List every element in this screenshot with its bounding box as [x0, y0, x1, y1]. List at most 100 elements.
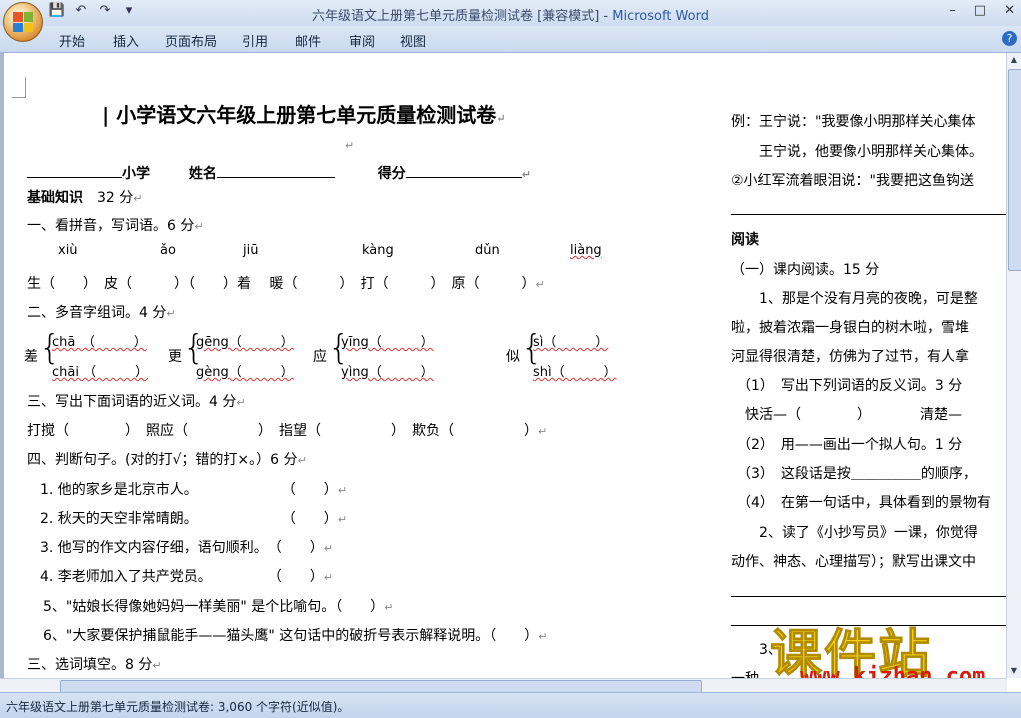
- pinyin-1: xiù: [58, 243, 78, 258]
- poly-char-1: 差: [24, 349, 38, 365]
- right-example-1: 例：王宁说："我要像小明那样关心集体: [731, 114, 976, 130]
- page-left-edge: [0, 53, 4, 678]
- poly-4b: shì（ ）: [533, 365, 617, 380]
- poly-char-2: 更: [168, 349, 182, 365]
- app-name: Microsoft Word: [612, 9, 709, 24]
- poly-1b: chāi （ ）: [52, 365, 149, 380]
- question-1-blanks: 生（ ） 皮（ ）（ ）着 暖（ ） 打（ ） 原（ ）↵: [27, 276, 545, 292]
- reading-q3: （3） 这段话是按＿＿＿＿＿的顺序，: [737, 466, 977, 482]
- help-icon[interactable]: ?: [1002, 31, 1017, 46]
- answer-line-1: [731, 596, 1007, 597]
- question-3-text: 三、写出下面词语的近义词。4 分: [27, 394, 237, 410]
- reading-para-2: 啦，披着浓霜一身银白的树木啦，雪堆: [731, 320, 969, 336]
- header-line: 小学 姓名 得分 ↵: [27, 163, 531, 183]
- reading-para-1: 1、那是个没有月亮的夜晚，可是整: [731, 291, 978, 307]
- window-title: 六年级语文上册第七单元质量检测试卷 [兼容模式] - Microsoft Wor…: [0, 5, 1021, 24]
- question-4-text: 四、判断句子。(对的打√；错的打×。）6 分: [27, 452, 298, 468]
- q4-item-5: 5、"姑娘长得像她妈妈一样美丽" 是个比喻句。（ ）↵: [43, 599, 394, 615]
- score-field[interactable]: [405, 177, 522, 178]
- question-3-blanks-text: 打搅（ ） 照应（ ） 指望（ ） 欺负（ ）: [27, 423, 538, 439]
- question-1-blanks-text: 生（ ） 皮（ ）（ ）着 暖（ ） 打（ ） 原（ ）: [27, 276, 536, 292]
- maximize-button[interactable]: □: [974, 3, 986, 18]
- vertical-scrollbar[interactable]: ▲ ▼: [1006, 53, 1021, 678]
- reading-part-1: （一）课内阅读。15 分: [731, 262, 880, 278]
- office-logo-icon: [13, 12, 33, 32]
- reading-para-3: 河显得很清楚，仿佛为了过节，有人拿: [731, 349, 969, 365]
- question-2-text: 二、多音字组词。4 分: [27, 305, 167, 321]
- right-example-3: ②小红军流着眼泪说："我要把这鱼钩送: [731, 173, 974, 189]
- scroll-down-icon[interactable]: ▼: [1007, 664, 1021, 678]
- pinyin-3: jiū: [243, 243, 259, 258]
- question-3: 三、写出下面词语的近义词。4 分↵: [27, 394, 246, 410]
- reading-part-3-cont: 一种: [731, 668, 759, 678]
- poly-2b: gèng（ ）: [196, 365, 294, 380]
- title-bar: 💾 ↶ ↷ ▾ 六年级语文上册第七单元质量检测试卷 [兼容模式] - Micro…: [0, 0, 1021, 26]
- reading-part-2-cont: 动作、神态、心理描写）；默写出课文中: [731, 554, 976, 570]
- q4-item-6-text: 6、"大家要保护捕鼠能手——猫头鹰" 这句话中的破折号表示解释说明。（ ）: [43, 628, 539, 644]
- pinyin-4: kàng: [362, 243, 394, 258]
- section-divider: [731, 214, 1007, 215]
- tab-view[interactable]: 视图: [400, 31, 426, 50]
- question-5-text: 三、选词填空。8 分: [27, 657, 153, 673]
- question-4: 四、判断句子。(对的打√；错的打×。）6 分↵: [27, 452, 307, 468]
- pinyin-5: dǔn: [475, 243, 500, 258]
- basic-section-label: 基础知识: [27, 190, 83, 206]
- reading-q4: （4） 在第一句话中，具体看到的景物有: [737, 495, 991, 511]
- ribbon-tab-bar: 开始 插入 页面布局 引用 邮件 审阅 视图 ?: [0, 26, 1021, 53]
- reading-part-2: 2、读了《小抄写员》一课，你觉得: [731, 525, 978, 541]
- horizontal-scrollbar[interactable]: [0, 678, 1007, 693]
- name-label: 姓名: [188, 166, 217, 182]
- status-text: 六年级语文上册第七单元质量检测试卷: 3,060 个字符(近似值)。: [6, 700, 350, 714]
- poly-3a: yīng（ ）: [341, 335, 434, 350]
- question-2: 二、多音字组词。4 分↵: [27, 305, 176, 321]
- paragraph-mark: ↵: [345, 139, 355, 152]
- tab-references[interactable]: 引用: [242, 31, 268, 50]
- poly-1a: chā （ ）: [52, 335, 147, 350]
- poly-char-3: 应: [313, 349, 327, 365]
- exam-title-text: 小学语文六年级上册第七单元质量检测试卷: [116, 103, 497, 127]
- minimize-button[interactable]: –: [949, 3, 956, 18]
- tab-insert[interactable]: 插入: [113, 31, 139, 50]
- vertical-scroll-thumb[interactable]: [1008, 69, 1021, 271]
- question-5: 三、选词填空。8 分↵: [27, 657, 162, 673]
- poly-3b: yìng（ ）: [341, 365, 434, 380]
- document-title: 六年级语文上册第七单元质量检测试卷 [兼容模式] -: [312, 9, 613, 24]
- tab-review[interactable]: 审阅: [349, 31, 375, 50]
- margin-corner-mark: [12, 77, 26, 98]
- q4-item-4: 4. 李老师加入了共产党员。 （ ）↵: [40, 569, 334, 585]
- window-controls: – □ ✕: [949, 3, 1015, 18]
- name-field[interactable]: [216, 177, 335, 178]
- reading-q1: （1） 写出下列词语的反义词。3 分: [737, 378, 963, 394]
- reading-q1-blanks: 快活—（ ） 清楚—: [731, 407, 962, 423]
- close-button[interactable]: ✕: [1004, 3, 1015, 18]
- question-1-text: 一、看拼音，写词语。6 分: [27, 218, 195, 234]
- right-example-2: 王宁说，他要像小明那样关心集体。: [731, 144, 983, 160]
- document-canvas[interactable]: | 小学语文六年级上册第七单元质量检测试卷↵ ↵ 小学 姓名 得分 ↵ 基础知识 …: [0, 53, 1007, 678]
- question-3-blanks: 打搅（ ） 照应（ ） 指望（ ） 欺负（ ）↵: [27, 423, 548, 439]
- reading-q2: （2） 用——画出一个拟人句。1 分: [737, 437, 963, 453]
- status-bar: 六年级语文上册第七单元质量检测试卷: 3,060 个字符(近似值)。: [0, 692, 1021, 718]
- poly-2a: gēng（ ）: [196, 335, 294, 350]
- scroll-up-icon[interactable]: ▲: [1007, 53, 1021, 67]
- q4-item-4-text: 4. 李老师加入了共产党员。 （ ）: [40, 569, 324, 585]
- school-label: 小学: [122, 166, 150, 182]
- reading-heading: 阅读: [731, 232, 759, 248]
- q4-item-3-text: 3. 他写的作文内容仔细，语句顺利。 （ ）: [40, 540, 324, 556]
- pinyin-6: liàng: [570, 243, 602, 258]
- pinyin-2: ǎo: [160, 243, 176, 258]
- basic-section-heading: 基础知识 32 分↵: [27, 190, 143, 206]
- basic-section-points: 32 分: [97, 190, 134, 206]
- poly-4a: sì（ ）: [533, 335, 609, 350]
- tab-home[interactable]: 开始: [59, 31, 85, 50]
- score-label: 得分: [377, 166, 406, 182]
- q4-item-2-text: 2. 秋天的天空非常晴朗。 （ ）: [40, 511, 338, 527]
- q4-item-1: 1. 他的家乡是北京市人。 （ ）↵: [40, 482, 348, 498]
- q4-item-3: 3. 他写的作文内容仔细，语句顺利。 （ ）↵: [40, 540, 334, 556]
- exam-title: | 小学语文六年级上册第七单元质量检测试卷↵: [102, 103, 506, 127]
- tab-mailings[interactable]: 邮件: [295, 31, 321, 50]
- tab-page-layout[interactable]: 页面布局: [165, 31, 217, 50]
- q4-item-1-text: 1. 他的家乡是北京市人。 （ ）: [40, 482, 338, 498]
- q4-item-5-text: 5、"姑娘长得像她妈妈一样美丽" 是个比喻句。（ ）: [43, 599, 385, 615]
- office-button[interactable]: [3, 2, 43, 42]
- question-1: 一、看拼音，写词语。6 分↵: [27, 218, 204, 234]
